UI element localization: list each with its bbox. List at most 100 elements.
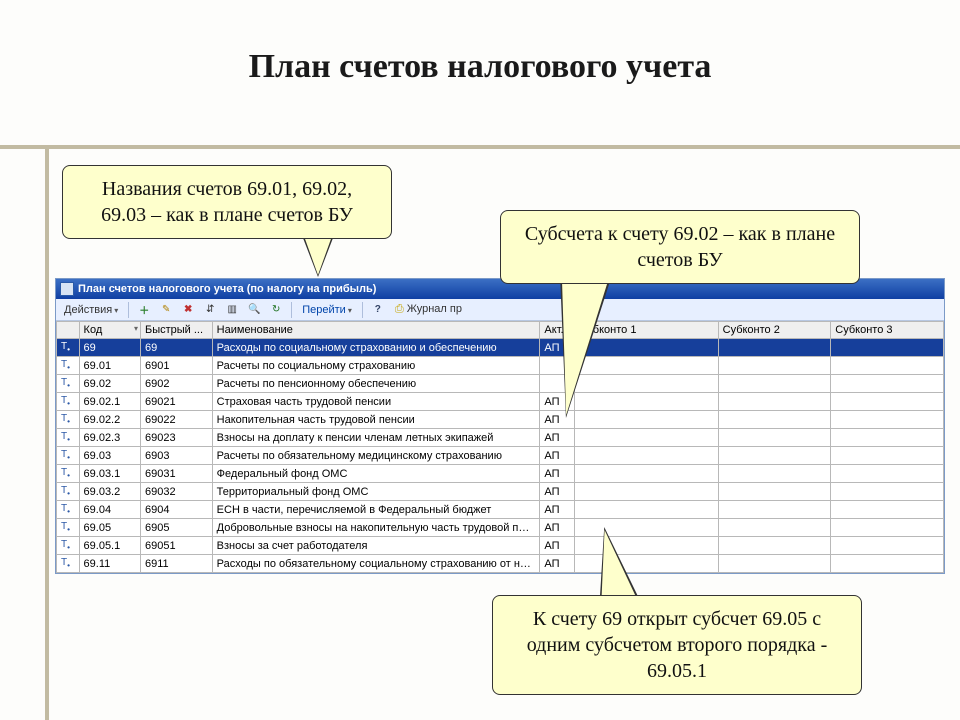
- row-icon: T•: [57, 447, 80, 465]
- row-icon: T•: [57, 357, 80, 375]
- table-row[interactable]: T•69.116911Расходы по обязательному соци…: [57, 555, 944, 573]
- cell-fast: 6904: [140, 501, 212, 519]
- window-title: План счетов налогового учета (по налогу …: [78, 283, 376, 295]
- page-title: План счетов налогового учета: [0, 0, 960, 104]
- cell-name: Федеральный фонд ОМС: [212, 465, 540, 483]
- cell-sub2: [718, 447, 831, 465]
- grid-header-row[interactable]: Код▾ Быстрый ... Наименование Акт. Субко…: [57, 322, 944, 339]
- cell-sub2: [718, 393, 831, 411]
- row-icon: T•: [57, 519, 80, 537]
- add-button[interactable]: ＋: [135, 301, 153, 319]
- goto-menu[interactable]: Перейти: [298, 304, 356, 316]
- col-code[interactable]: Код▾: [79, 322, 140, 339]
- cell-sub3: [831, 519, 944, 537]
- cell-sub3: [831, 429, 944, 447]
- cell-code: 69.04: [79, 501, 140, 519]
- cell-sub2: [718, 357, 831, 375]
- cell-sub2: [718, 465, 831, 483]
- callout-account-names: Названия счетов 69.01, 69.02, 69.03 – ка…: [62, 165, 392, 239]
- cell-sub2: [718, 375, 831, 393]
- decorative-line-top: [0, 145, 960, 149]
- cell-sub2: [718, 483, 831, 501]
- cell-fast: 6905: [140, 519, 212, 537]
- cell-sub1: [575, 501, 718, 519]
- cell-name: Взносы за счет работодателя: [212, 537, 540, 555]
- row-icon: T•: [57, 339, 80, 357]
- cell-code: 69.11: [79, 555, 140, 573]
- accounts-grid[interactable]: Код▾ Быстрый ... Наименование Акт. Субко…: [56, 321, 944, 573]
- help-button[interactable]: ?: [369, 301, 387, 319]
- cell-fast: 69023: [140, 429, 212, 447]
- toolbar: Действия ＋ ✎ ✖ ⇵ ▥ 🔍 ↻ Перейти ? ⎙ Журна…: [56, 299, 944, 321]
- table-row[interactable]: T•69.026902Расчеты по пенсионному обеспе…: [57, 375, 944, 393]
- table-row[interactable]: T•69.03.169031Федеральный фонд ОМСАП: [57, 465, 944, 483]
- cell-sub1: [575, 465, 718, 483]
- cell-sub3: [831, 447, 944, 465]
- cell-sub1: [575, 447, 718, 465]
- cell-fast: 6911: [140, 555, 212, 573]
- cell-code: 69.05: [79, 519, 140, 537]
- cell-name: Добровольные взносы на накопительную час…: [212, 519, 540, 537]
- table-row[interactable]: T•69.016901Расчеты по социальному страхо…: [57, 357, 944, 375]
- decorative-line-side: [45, 145, 49, 720]
- edit-button[interactable]: ✎: [157, 301, 175, 319]
- cell-code: 69.02: [79, 375, 140, 393]
- table-row[interactable]: T•69.02.169021Страховая часть трудовой п…: [57, 393, 944, 411]
- table-row[interactable]: T•69.056905Добровольные взносы на накопи…: [57, 519, 944, 537]
- row-icon: T•: [57, 555, 80, 573]
- toolbar-separator: [291, 302, 292, 318]
- cell-sub2: [718, 555, 831, 573]
- row-icon: T•: [57, 465, 80, 483]
- row-icon: T•: [57, 537, 80, 555]
- col-sub3[interactable]: Субконто 3: [831, 322, 944, 339]
- toolbar-separator: [362, 302, 363, 318]
- table-row[interactable]: T•69.036903Расчеты по обязательному меди…: [57, 447, 944, 465]
- cell-fast: 69051: [140, 537, 212, 555]
- cell-sub3: [831, 483, 944, 501]
- cell-sub1: [575, 483, 718, 501]
- cell-name: Расчеты по социальному страхованию: [212, 357, 540, 375]
- col-name[interactable]: Наименование: [212, 322, 540, 339]
- cell-name: Территориальный фонд ОМС: [212, 483, 540, 501]
- col-sub2[interactable]: Субконто 2: [718, 322, 831, 339]
- filter-button[interactable]: ▥: [223, 301, 241, 319]
- row-icon: T•: [57, 411, 80, 429]
- cell-code: 69.05.1: [79, 537, 140, 555]
- cell-act: АП: [540, 429, 575, 447]
- cell-fast: 69022: [140, 411, 212, 429]
- cell-name: Расчеты по пенсионному обеспечению: [212, 375, 540, 393]
- cell-fast: 69: [140, 339, 212, 357]
- callout-subaccounts-6902: Субсчета к счету 69.02 – как в плане сче…: [500, 210, 860, 284]
- cell-name: Расходы по обязательному социальному стр…: [212, 555, 540, 573]
- cell-act: АП: [540, 519, 575, 537]
- cell-sub2: [718, 339, 831, 357]
- cell-sub3: [831, 465, 944, 483]
- delete-button[interactable]: ✖: [179, 301, 197, 319]
- hierarchy-button[interactable]: ⇵: [201, 301, 219, 319]
- cell-sub3: [831, 555, 944, 573]
- table-row[interactable]: T•6969Расходы по социальному страхованию…: [57, 339, 944, 357]
- cell-sub3: [831, 537, 944, 555]
- journal-label: Журнал пр: [407, 303, 462, 315]
- table-row[interactable]: T•69.02.269022Накопительная часть трудов…: [57, 411, 944, 429]
- cell-act: АП: [540, 483, 575, 501]
- cell-act: АП: [540, 465, 575, 483]
- find-button[interactable]: 🔍: [245, 301, 263, 319]
- table-row[interactable]: T•69.05.169051Взносы за счет работодател…: [57, 537, 944, 555]
- cell-act: АП: [540, 501, 575, 519]
- table-row[interactable]: T•69.02.369023Взносы на доплату к пенсии…: [57, 429, 944, 447]
- actions-menu[interactable]: Действия: [60, 304, 122, 316]
- cell-act: АП: [540, 537, 575, 555]
- refresh-button[interactable]: ↻: [267, 301, 285, 319]
- cell-code: 69.03.1: [79, 465, 140, 483]
- table-row[interactable]: T•69.046904ЕСН в части, перечисляемой в …: [57, 501, 944, 519]
- col-fast[interactable]: Быстрый ...: [140, 322, 212, 339]
- cell-code: 69.02.3: [79, 429, 140, 447]
- cell-code: 69.03: [79, 447, 140, 465]
- cell-sub1: [575, 393, 718, 411]
- table-row[interactable]: T•69.03.269032Территориальный фонд ОМСАП: [57, 483, 944, 501]
- col-icon[interactable]: [57, 322, 80, 339]
- cell-name: Расчеты по обязательному медицинскому ст…: [212, 447, 540, 465]
- row-icon: T•: [57, 375, 80, 393]
- journal-button[interactable]: ⎙ Журнал пр: [391, 303, 466, 316]
